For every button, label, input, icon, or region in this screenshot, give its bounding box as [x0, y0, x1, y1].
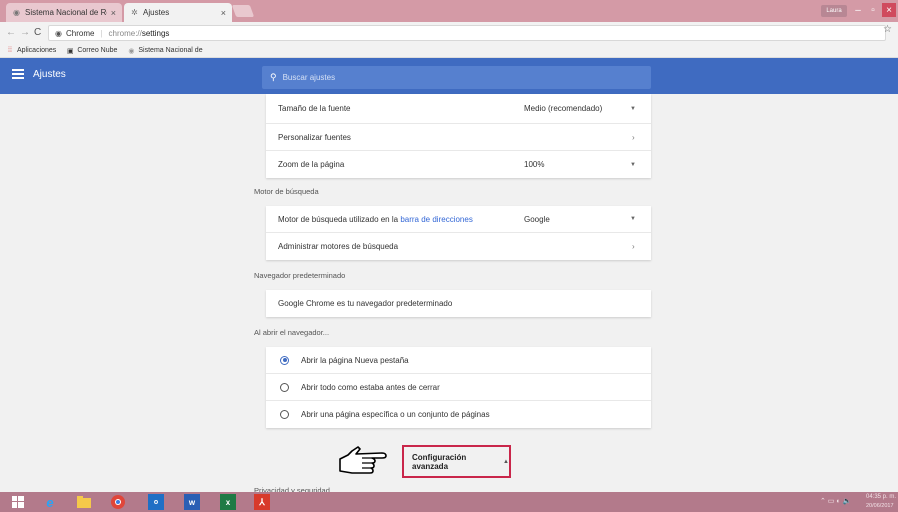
startup-option[interactable]: Abrir una página específica o un conjunt…: [266, 401, 651, 428]
gear-icon: ✲: [131, 8, 138, 17]
mail-icon: ▣: [67, 47, 74, 55]
search-engine-card: Motor de búsqueda utilizado en la barra …: [266, 206, 651, 260]
label-text: Motor de búsqueda utilizado en la: [278, 214, 399, 224]
file-explorer-icon[interactable]: [76, 494, 92, 510]
bookmark-sistema-nacional[interactable]: ◉ Sistema Nacional de: [127, 47, 202, 55]
search-icon: ⚲: [270, 72, 277, 82]
new-tab-button[interactable]: [231, 5, 255, 17]
settings-header: Ajustes ⚲ Buscar ajustes: [0, 58, 898, 94]
bookmark-label: Correo Nube: [77, 47, 118, 54]
minimize-button[interactable]: –: [851, 3, 865, 17]
tab-label: Ajustes: [143, 8, 170, 17]
zoom-select[interactable]: 100%: [524, 160, 544, 169]
tab-label: Sistema Nacional de Re|: [25, 8, 107, 17]
close-window-button[interactable]: ×: [882, 3, 896, 17]
outlook-icon[interactable]: o: [148, 494, 164, 510]
pointing-hand-icon: [339, 446, 387, 474]
search-engine-row[interactable]: Motor de búsqueda utilizado en la barra …: [266, 206, 651, 233]
bookmark-label: Sistema Nacional de: [138, 47, 203, 54]
dropdown-arrow-icon: ▼: [630, 161, 636, 168]
excel-icon[interactable]: x: [220, 494, 236, 510]
chevron-right-icon: ›: [632, 132, 635, 142]
manage-search-engines-label: Administrar motores de búsqueda: [278, 242, 399, 251]
font-size-label: Tamaño de la fuente: [278, 104, 351, 113]
radio-button[interactable]: [280, 382, 289, 392]
globe-icon: ◉: [128, 47, 135, 55]
default-browser-row: Google Chrome es tu navegador predetermi…: [266, 290, 651, 317]
search-input[interactable]: ⚲ Buscar ajustes: [262, 66, 651, 89]
address-bar[interactable]: ◉ Chrome | chrome:// settings: [48, 25, 886, 41]
startup-option[interactable]: Abrir la página Nueva pestaña: [266, 347, 651, 374]
address-bar-link[interactable]: barra de direcciones: [400, 215, 472, 224]
zoom-row[interactable]: Zoom de la página 100% ▼: [266, 151, 651, 178]
bookmarks-bar: ⁞⁞ Aplicaciones ▣ Correo Nube ◉ Sistema …: [0, 44, 898, 58]
chrome-icon: ◉: [55, 28, 62, 38]
site-label: Chrome: [65, 28, 95, 38]
appearance-card: Tamaño de la fuente Medio (recomendado) …: [266, 94, 651, 178]
page-title: Ajustes: [33, 69, 66, 80]
separator: |: [100, 28, 103, 38]
profile-button[interactable]: Laura: [821, 5, 847, 17]
bookmark-label: Aplicaciones: [17, 47, 57, 54]
startup-card: Abrir la página Nueva pestaña Abrir todo…: [266, 347, 651, 428]
toolbar: ← → C ◉ Chrome | chrome:// settings ☆: [0, 22, 898, 44]
font-size-select[interactable]: Medio (recomendado): [524, 104, 602, 113]
manage-search-engines-row[interactable]: Administrar motores de búsqueda ›: [266, 233, 651, 260]
apps-grid-icon: ⁞⁞: [8, 47, 12, 54]
startup-option-label: Abrir una página específica o un conjunt…: [301, 410, 490, 419]
url-path: settings: [141, 28, 170, 38]
chevron-up-icon: ▲: [503, 458, 509, 465]
advanced-settings-label: Configuración avanzada: [412, 452, 467, 471]
acrobat-icon[interactable]: ⅄: [254, 494, 270, 510]
clock-time[interactable]: 04:35 p. m.: [866, 494, 896, 500]
dropdown-arrow-icon: ▼: [630, 216, 636, 222]
forward-arrow-icon[interactable]: →: [20, 27, 30, 38]
zoom-label: Zoom de la página: [278, 160, 345, 169]
search-engine-label: Motor de búsqueda utilizado en la barra …: [278, 215, 473, 224]
back-arrow-icon[interactable]: ←: [6, 27, 16, 38]
custom-fonts-row[interactable]: Personalizar fuentes ›: [266, 124, 651, 151]
internet-explorer-icon[interactable]: e: [42, 494, 58, 510]
radio-button[interactable]: [280, 410, 289, 419]
advanced-settings-button[interactable]: Configuración avanzada ▲: [402, 445, 511, 478]
startup-option-label: Abrir la página Nueva pestaña: [301, 355, 409, 365]
search-engine-select[interactable]: Google: [524, 215, 550, 224]
close-icon[interactable]: ×: [221, 8, 226, 18]
search-placeholder: Buscar ajustes: [282, 73, 336, 82]
tab-strip: ◉ Sistema Nacional de Re| × ✲ Ajustes × …: [0, 0, 898, 22]
taskbar: e o w x ⅄ ⌃ ▭ ◐ 🔈 04:35 p. m. 20/06/2017: [0, 492, 898, 512]
custom-fonts-label: Personalizar fuentes: [278, 132, 351, 142]
chrome-icon[interactable]: [110, 494, 126, 510]
section-title-search-engine: Motor de búsqueda: [254, 187, 319, 196]
reload-icon[interactable]: C: [34, 27, 41, 38]
font-size-row[interactable]: Tamaño de la fuente Medio (recomendado) …: [266, 94, 651, 124]
close-icon[interactable]: ×: [111, 8, 116, 18]
bookmark-correo-nube[interactable]: ▣ Correo Nube: [66, 47, 117, 55]
tab-sistema-nacional[interactable]: ◉ Sistema Nacional de Re| ×: [6, 3, 122, 22]
startup-option[interactable]: Abrir todo como estaba antes de cerrar: [266, 374, 651, 401]
default-browser-status: Google Chrome es tu navegador predetermi…: [278, 299, 453, 308]
globe-icon: ◉: [13, 8, 20, 17]
url-scheme: chrome://: [108, 28, 142, 38]
section-title-startup: Al abrir el navegador...: [254, 328, 330, 337]
bookmark-aplicaciones[interactable]: ⁞⁞ Aplicaciones: [6, 47, 56, 55]
hamburger-menu-icon[interactable]: [12, 69, 24, 79]
star-icon[interactable]: ☆: [883, 24, 892, 35]
tab-ajustes[interactable]: ✲ Ajustes ×: [124, 3, 232, 22]
default-browser-card: Google Chrome es tu navegador predetermi…: [266, 290, 651, 317]
windows-start-icon[interactable]: [10, 494, 26, 510]
tray-icons[interactable]: ⌃ ▭ ◐ 🔈: [820, 497, 851, 505]
word-icon[interactable]: w: [184, 494, 200, 510]
section-title-default-browser: Navegador predeterminado: [254, 271, 346, 280]
startup-option-label: Abrir todo como estaba antes de cerrar: [301, 382, 440, 392]
maximize-button[interactable]: ▫: [866, 3, 880, 17]
radio-button-selected[interactable]: [280, 355, 289, 365]
clock-date[interactable]: 20/06/2017: [866, 503, 894, 509]
dropdown-arrow-icon: ▼: [630, 105, 636, 112]
chevron-right-icon: ›: [632, 242, 635, 251]
